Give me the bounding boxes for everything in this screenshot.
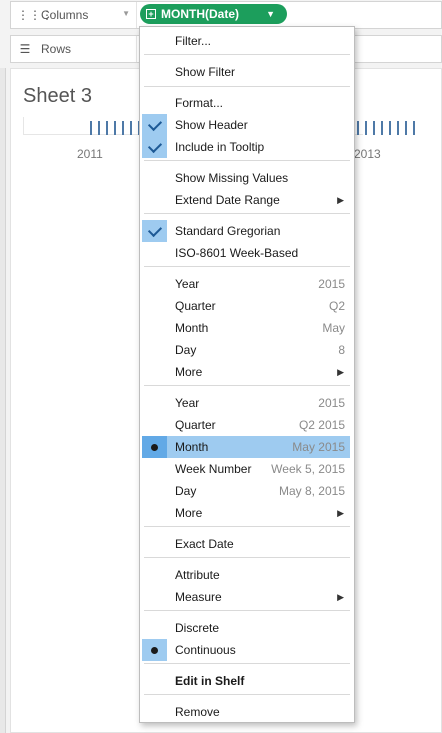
rows-shelf-label: ☰ Rows: [11, 36, 137, 62]
timeline-tick: [413, 121, 415, 135]
chevron-down-icon[interactable]: ▼: [122, 9, 130, 18]
menu-item-format[interactable]: Format...: [142, 92, 350, 114]
menu-item-iso-week[interactable]: ISO-8601 Week-Based: [142, 242, 350, 264]
menu-item-more-part[interactable]: More ▶: [142, 361, 350, 383]
menu-divider: [144, 663, 350, 664]
pill-context-menu: Filter... Show Filter Format... Show Hea…: [139, 26, 355, 723]
menu-item-continuous[interactable]: Continuous: [142, 639, 350, 661]
menu-divider: [144, 160, 350, 161]
checkmark-icon: [142, 136, 167, 158]
checkmark-icon: [142, 220, 167, 242]
rows-icon: ☰: [19, 42, 31, 56]
timeline-tick: [405, 121, 407, 135]
menu-item-include-tooltip[interactable]: Include in Tooltip: [142, 136, 350, 158]
menu-item-edit-in-shelf[interactable]: Edit in Shelf: [142, 670, 350, 692]
timeline-tick: [381, 121, 383, 135]
menu-item-extend-date[interactable]: Extend Date Range ▶: [142, 189, 350, 211]
menu-item-year-value[interactable]: Year 2015: [142, 392, 350, 414]
left-sidebar-edge: [0, 68, 6, 733]
submenu-arrow-icon: ▶: [337, 367, 344, 377]
menu-divider: [144, 213, 350, 214]
columns-label-text: Columns: [41, 8, 89, 22]
timeline-tick: [365, 121, 367, 135]
menu-item-month-part[interactable]: Month May: [142, 317, 350, 339]
timeline-tick: [122, 121, 124, 135]
menu-item-measure[interactable]: Measure ▶: [142, 586, 350, 608]
menu-item-show-filter[interactable]: Show Filter: [142, 61, 350, 83]
timeline-tick: [98, 121, 100, 135]
radio-dot-icon: [142, 436, 167, 458]
menu-divider: [144, 526, 350, 527]
rows-label-text: Rows: [41, 42, 72, 56]
columns-icon: ⋮⋮⋮: [17, 8, 53, 22]
menu-item-show-missing[interactable]: Show Missing Values: [142, 167, 350, 189]
timeline-tick: [114, 121, 116, 135]
menu-divider: [144, 385, 350, 386]
menu-divider: [144, 266, 350, 267]
tableau-worksheet: ⋮⋮⋮ Columns ▼ + MONTH(Date) ▼ ☰ Rows She…: [0, 0, 442, 733]
axis-label-2011: 2011: [77, 147, 103, 161]
menu-item-show-header[interactable]: Show Header: [142, 114, 350, 136]
menu-item-remove[interactable]: Remove: [142, 701, 350, 723]
menu-item-week-number[interactable]: Week Number Week 5, 2015: [142, 458, 350, 480]
menu-item-filter[interactable]: Filter...: [142, 30, 350, 52]
menu-item-quarter-value[interactable]: Quarter Q2 2015: [142, 414, 350, 436]
axis-label-2013: 2013: [354, 147, 381, 161]
menu-divider: [144, 694, 350, 695]
radio-dot-icon: [142, 639, 167, 661]
menu-item-attribute[interactable]: Attribute: [142, 564, 350, 586]
columns-shelf-label: ⋮⋮⋮ Columns ▼: [11, 2, 137, 28]
menu-item-year-part[interactable]: Year 2015: [142, 273, 350, 295]
pill-label: MONTH(Date): [161, 7, 239, 21]
menu-divider: [144, 557, 350, 558]
menu-item-discrete[interactable]: Discrete: [142, 617, 350, 639]
timeline-tick: [90, 121, 92, 135]
timeline-tick: [397, 121, 399, 135]
timeline-tick: [357, 121, 359, 135]
menu-divider: [144, 86, 350, 87]
menu-item-more-value[interactable]: More ▶: [142, 502, 350, 524]
checkmark-icon: [142, 114, 167, 136]
month-date-pill[interactable]: + MONTH(Date) ▼: [140, 4, 287, 24]
submenu-arrow-icon: ▶: [337, 508, 344, 518]
timeline-tick: [130, 121, 132, 135]
menu-item-quarter-part[interactable]: Quarter Q2: [142, 295, 350, 317]
menu-divider: [144, 610, 350, 611]
menu-item-exact-date[interactable]: Exact Date: [142, 533, 350, 555]
menu-item-standard-gregorian[interactable]: Standard Gregorian: [142, 220, 350, 242]
submenu-arrow-icon: ▶: [337, 592, 344, 602]
pill-dropdown-icon[interactable]: ▼: [266, 9, 275, 19]
timeline-tick: [389, 121, 391, 135]
sheet-title: Sheet 3: [23, 85, 92, 107]
submenu-arrow-icon: ▶: [337, 195, 344, 205]
menu-item-day-value[interactable]: Day May 8, 2015: [142, 480, 350, 502]
timeline-tick: [106, 121, 108, 135]
timeline-tick: [373, 121, 375, 135]
menu-item-month-value[interactable]: Month May 2015: [142, 436, 350, 458]
menu-divider: [144, 54, 350, 55]
menu-item-day-part[interactable]: Day 8: [142, 339, 350, 361]
plus-icon[interactable]: +: [146, 9, 156, 19]
